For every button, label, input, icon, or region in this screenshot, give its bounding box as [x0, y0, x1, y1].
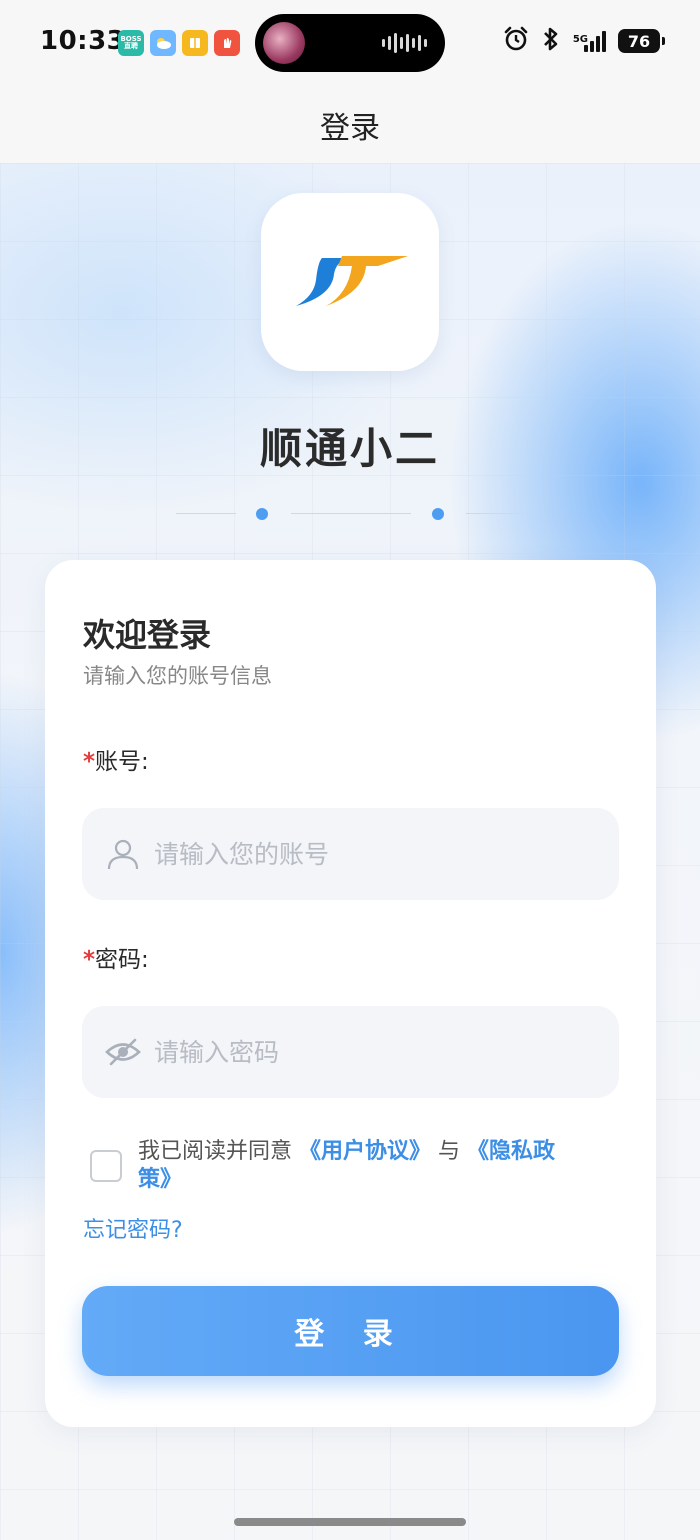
app-logo-mark [296, 256, 408, 306]
agreement-checkbox[interactable] [90, 1150, 122, 1182]
red-app-icon [214, 30, 240, 56]
status-time: 10:33 [40, 26, 126, 56]
welcome-subtitle: 请输入您的账号信息 [83, 664, 272, 688]
eye-off-icon[interactable] [82, 1006, 154, 1098]
status-bar: 10:33 BOSS直聘 5G 76 [0, 0, 700, 86]
home-indicator[interactable] [234, 1518, 466, 1526]
password-label: *密码: [83, 940, 149, 974]
password-field[interactable] [82, 1006, 619, 1098]
welcome-title: 欢迎登录 [83, 616, 212, 654]
status-indicators: 5G 76 [503, 26, 665, 56]
battery-icon: 76 [618, 29, 665, 53]
book-app-icon [182, 30, 208, 56]
password-label-text: 密码: [95, 947, 149, 973]
app-logo [261, 193, 439, 371]
user-agreement-link[interactable]: 《用户协议》 [299, 1139, 431, 1164]
required-mark: * [83, 749, 96, 775]
boss-app-icon: BOSS直聘 [118, 30, 144, 56]
account-label: *账号: [83, 742, 149, 776]
notification-app-icons: BOSS直聘 [118, 30, 240, 56]
agreement-join: 与 [438, 1139, 461, 1164]
account-input[interactable] [154, 839, 594, 869]
agreement-text: 我已阅读并同意 《用户协议》 与 《隐私政策》 [138, 1138, 588, 1194]
battery-level: 76 [627, 31, 651, 51]
user-icon [82, 808, 154, 900]
weather-app-icon [150, 30, 176, 56]
dynamic-island[interactable] [255, 14, 445, 72]
login-card: 欢迎登录 请输入您的账号信息 *账号: *密码: 我已阅读并同意 《用户协议》 … [45, 560, 656, 1427]
audio-wave-icon [382, 33, 427, 53]
agreement-prefix: 我已阅读并同意 [138, 1139, 293, 1164]
account-label-text: 账号: [95, 749, 149, 775]
alarm-icon [503, 26, 529, 56]
navigation-bar: 登录 [0, 86, 700, 163]
page-title: 登录 [320, 110, 380, 146]
forgot-password-link[interactable]: 忘记密码? [83, 1212, 183, 1244]
account-field[interactable] [82, 808, 619, 900]
password-input[interactable] [154, 1037, 594, 1067]
decorative-divider [176, 505, 526, 523]
login-button[interactable]: 登 录 [82, 1286, 619, 1376]
bluetooth-icon [541, 26, 561, 56]
media-artwork-icon [263, 22, 305, 64]
required-mark: * [83, 947, 96, 973]
network-type: 5G [572, 34, 588, 45]
app-name: 顺通小二 [259, 424, 440, 473]
